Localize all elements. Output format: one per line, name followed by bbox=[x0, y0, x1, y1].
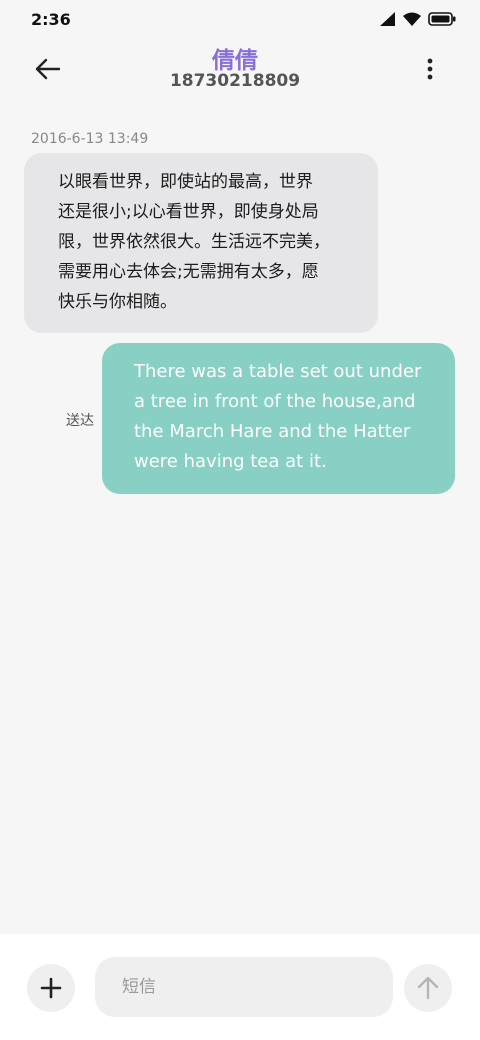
sms-input[interactable] bbox=[95, 957, 393, 1017]
message-timestamp: 2016-6-13 13:49 bbox=[31, 131, 149, 147]
status-bar: 2:36 bbox=[0, 0, 480, 40]
message-line: 以眼看世界，即使站的最高，世界 bbox=[58, 172, 313, 192]
message-line: were having tea at it. bbox=[134, 451, 327, 472]
status-icons bbox=[380, 12, 456, 26]
message-line: the March Hare and the Hatter bbox=[134, 421, 411, 442]
incoming-message-bubble[interactable]: 以眼看世界，即使站的最高，世界 还是很小;以心看世界，即使身处局 限，世界依然很… bbox=[24, 153, 378, 333]
send-button[interactable] bbox=[404, 964, 452, 1012]
more-options-button[interactable] bbox=[420, 56, 440, 82]
add-attachment-button[interactable] bbox=[27, 964, 75, 1012]
message-line: 需要用心去体会;无需拥有太多，愿 bbox=[58, 262, 319, 282]
contact-name: 倩倩 bbox=[212, 48, 258, 74]
message-line: 限，世界依然很大。生活远不完美， bbox=[58, 232, 330, 252]
cellular-signal-icon bbox=[380, 12, 395, 26]
message-composer bbox=[0, 934, 480, 1040]
plus-icon bbox=[40, 977, 62, 999]
delivery-status: 送达 bbox=[66, 413, 94, 429]
message-line: 快乐与你相随。 bbox=[58, 292, 177, 312]
wifi-icon bbox=[403, 12, 421, 26]
outgoing-message-bubble[interactable]: There was a table set out under a tree i… bbox=[102, 343, 455, 494]
contact-number: 18730218809 bbox=[169, 71, 301, 91]
conversation-header: 倩倩 18730218809 bbox=[0, 40, 480, 100]
status-time: 2:36 bbox=[31, 10, 71, 29]
message-line: 还是很小;以心看世界，即使身处局 bbox=[58, 202, 319, 222]
arrow-up-icon bbox=[417, 976, 439, 1000]
more-vertical-icon bbox=[427, 58, 433, 80]
message-line: There was a table set out under bbox=[134, 361, 422, 382]
message-line: a tree in front of the house,and bbox=[134, 391, 416, 412]
battery-icon bbox=[428, 12, 456, 26]
